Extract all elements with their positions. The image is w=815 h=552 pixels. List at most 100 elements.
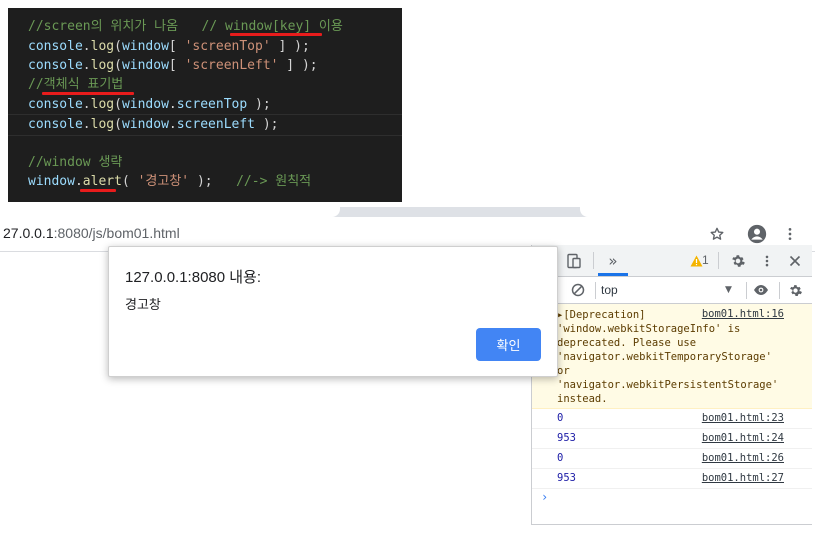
underline-alert bbox=[80, 189, 116, 192]
token-log: log bbox=[90, 117, 115, 132]
clear-console-icon[interactable] bbox=[568, 280, 588, 300]
token-dot: . bbox=[168, 117, 177, 132]
underline-object-notation bbox=[42, 92, 134, 95]
warning-message: ▸[Deprecation] 'window.webkitStorageInfo… bbox=[557, 309, 779, 405]
more-tabs-button[interactable]: » bbox=[598, 249, 628, 273]
token-console: console bbox=[28, 39, 83, 54]
dialog-title: 127.0.0.1:8080 내용: bbox=[125, 269, 262, 286]
dialog-message: 경고창 bbox=[125, 297, 161, 312]
token-paren: ( bbox=[114, 58, 122, 73]
comment: //-> 원칙적 bbox=[236, 174, 312, 189]
source-link[interactable]: bom01.html:24 bbox=[702, 432, 784, 444]
comment: 이용 bbox=[311, 19, 343, 34]
code-editor: //screen의 위치가 나옴 // window[key] 이용 conso… bbox=[8, 8, 402, 202]
warning-count[interactable]: 1 bbox=[702, 253, 709, 267]
devtools-panel: » 1 top ▼ ▸[Deprecation] 'window.webkitS… bbox=[531, 245, 812, 525]
code-line-6: console.log(window.screenLeft ); bbox=[28, 115, 279, 134]
url-host: 27.0.0.1 bbox=[3, 225, 54, 241]
token-dot: . bbox=[82, 39, 91, 54]
toolbar-separator bbox=[595, 282, 596, 299]
token-log: log bbox=[90, 39, 115, 54]
token-dot: . bbox=[82, 58, 91, 73]
token-paren: ( bbox=[114, 97, 122, 112]
devtools-tabbar: » 1 bbox=[532, 245, 812, 277]
token-close: ); bbox=[189, 174, 213, 189]
token-bracket: [ bbox=[168, 39, 185, 54]
token-alert: alert bbox=[82, 174, 122, 189]
code-line-2: console.log(window[ 'screenTop' ] ); bbox=[28, 37, 310, 56]
console-log-row: 0 bom01.html:23 bbox=[532, 409, 812, 429]
alert-dialog: 127.0.0.1:8080 내용: 경고창 확인 bbox=[108, 246, 558, 377]
console-settings-gear-icon[interactable] bbox=[785, 280, 805, 300]
token-console: console bbox=[28, 97, 83, 112]
log-value: 0 bbox=[557, 452, 564, 464]
comment: //window 생략 bbox=[28, 155, 123, 170]
token-string: 'screenTop' bbox=[184, 39, 271, 54]
comment: // bbox=[28, 77, 44, 92]
token-window: window bbox=[121, 39, 169, 54]
url-text[interactable]: 27.0.0.1:8080/js/bom01.html bbox=[3, 225, 180, 241]
source-link[interactable]: bom01.html:27 bbox=[702, 472, 784, 484]
console-warning-entry[interactable]: ▸[Deprecation] 'window.webkitStorageInfo… bbox=[532, 304, 812, 409]
console-prompt-icon[interactable]: › bbox=[541, 490, 548, 504]
token-paren: ( bbox=[114, 117, 122, 132]
console-log-row: 953 bom01.html:27 bbox=[532, 469, 812, 489]
underline-window-key bbox=[230, 33, 322, 36]
token-close: ); bbox=[247, 97, 271, 112]
token-window: window bbox=[121, 58, 169, 73]
console-log-row: 953 bom01.html:24 bbox=[532, 429, 812, 449]
source-link[interactable]: bom01.html:16 bbox=[702, 308, 784, 320]
eye-icon[interactable] bbox=[751, 280, 771, 300]
code-line-5: console.log(window.screenTop ); bbox=[28, 95, 271, 114]
comment: // bbox=[201, 19, 225, 34]
code-line-9: window.alert( '경고창' ); //-> 원칙적 bbox=[28, 172, 311, 191]
more-vert-icon[interactable] bbox=[758, 252, 776, 270]
tab-separator bbox=[593, 252, 594, 269]
console-log-row: 0 bom01.html:26 bbox=[532, 449, 812, 469]
tab-separator bbox=[718, 252, 719, 269]
token-console: console bbox=[28, 58, 83, 73]
token-window: window bbox=[28, 174, 75, 189]
context-select[interactable]: top bbox=[601, 281, 741, 299]
token-close: ); bbox=[255, 117, 279, 132]
token-paren: ( bbox=[121, 174, 138, 189]
source-link[interactable]: bom01.html:26 bbox=[702, 452, 784, 464]
token-window: window bbox=[121, 97, 169, 112]
token-string: 'screenLeft' bbox=[184, 58, 279, 73]
source-link[interactable]: bom01.html:23 bbox=[702, 412, 784, 424]
active-tab-edge bbox=[0, 207, 340, 217]
chevron-down-icon[interactable]: ▼ bbox=[725, 281, 732, 299]
code-line-3: console.log(window[ 'screenLeft' ] ); bbox=[28, 56, 318, 75]
ok-button[interactable]: 확인 bbox=[476, 328, 541, 361]
log-value: 953 bbox=[557, 432, 576, 444]
token-property: screenTop bbox=[176, 97, 248, 112]
log-value: 0 bbox=[557, 412, 564, 424]
active-tab-indicator bbox=[598, 273, 628, 276]
settings-gear-icon[interactable] bbox=[729, 252, 747, 270]
tab-strip bbox=[0, 207, 815, 217]
log-value: 953 bbox=[557, 472, 576, 484]
token-bracket: [ bbox=[168, 58, 185, 73]
star-icon[interactable] bbox=[704, 221, 730, 247]
warning-icon[interactable] bbox=[689, 254, 703, 268]
token-log: log bbox=[90, 58, 115, 73]
token-paren: ( bbox=[114, 39, 122, 54]
token-dot: . bbox=[82, 97, 91, 112]
token-dot: . bbox=[74, 174, 83, 189]
account-icon[interactable] bbox=[744, 221, 770, 247]
close-icon[interactable] bbox=[786, 252, 804, 270]
token-close: ] ); bbox=[278, 58, 318, 73]
token-close: ] ); bbox=[270, 39, 310, 54]
more-vert-icon[interactable] bbox=[777, 221, 803, 247]
code-line-8: //window 생략 bbox=[28, 153, 122, 172]
comment: //screen의 위치가 나옴 bbox=[28, 19, 179, 34]
toolbar-separator bbox=[779, 282, 780, 299]
toolbar-separator bbox=[746, 282, 747, 299]
console-toolbar: top ▼ bbox=[532, 277, 812, 304]
token-window: window bbox=[121, 117, 169, 132]
comment-highlight: 객체식 표기법 bbox=[43, 77, 124, 92]
token-log: log bbox=[90, 97, 115, 112]
device-toggle-icon[interactable] bbox=[565, 252, 583, 270]
tab-edge bbox=[580, 207, 815, 217]
token-console: console bbox=[28, 117, 83, 132]
